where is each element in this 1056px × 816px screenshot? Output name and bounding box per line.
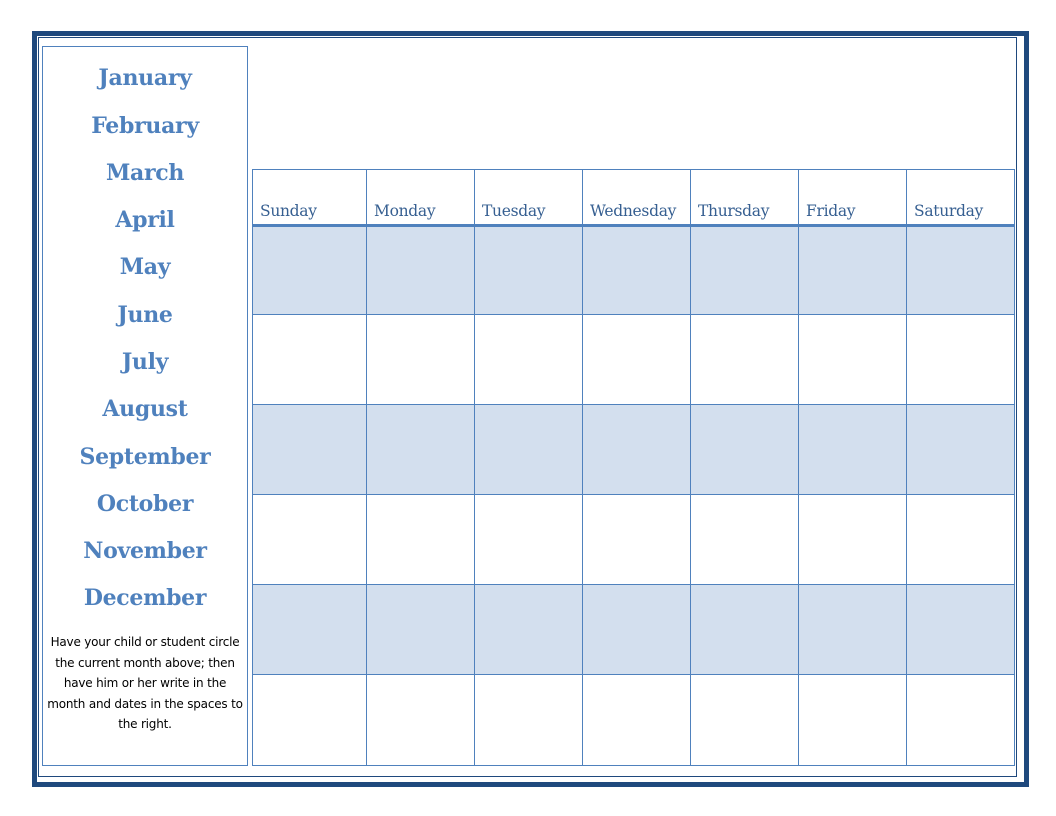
month-november[interactable]: November (43, 536, 247, 566)
month-december[interactable]: December (43, 583, 247, 613)
month-january[interactable]: January (43, 63, 247, 93)
month-june[interactable]: June (43, 300, 247, 330)
month-march[interactable]: March (43, 158, 247, 188)
month-april[interactable]: April (43, 205, 247, 235)
month-august[interactable]: August (43, 394, 247, 424)
month-september[interactable]: September (43, 442, 247, 472)
calendar-grid: Sunday Monday Tuesday Wednesday Thursday… (252, 169, 1015, 766)
instructions-text: Have your child or student circle the cu… (47, 635, 243, 731)
month-october[interactable]: October (43, 489, 247, 519)
month-selector-panel: January February March April May June Ju… (42, 46, 248, 766)
month-may[interactable]: May (43, 252, 247, 282)
month-july[interactable]: July (43, 347, 247, 377)
month-february[interactable]: February (43, 111, 247, 141)
calendar-frame (252, 169, 1015, 766)
